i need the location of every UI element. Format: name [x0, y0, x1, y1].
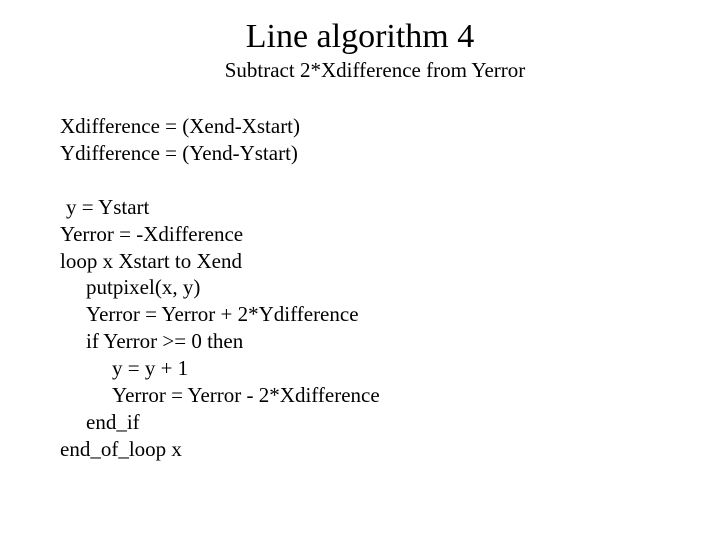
slide-body: Xdifference = (Xend-Xstart) Ydifference …	[0, 113, 720, 463]
code-line: Yerror = Yerror + 2*Ydifference	[60, 301, 720, 328]
slide-title: Line algorithm 4	[0, 18, 720, 56]
slide-subtitle: Subtract 2*Xdifference from Yerror	[0, 58, 720, 83]
code-line: Yerror = -Xdifference	[60, 221, 720, 248]
code-line: Ydifference = (Yend-Ystart)	[60, 140, 720, 167]
code-line: loop x Xstart to Xend	[60, 248, 720, 275]
code-line: end_of_loop x	[60, 436, 720, 463]
blank-line	[60, 167, 720, 194]
code-line: putpixel(x, y)	[60, 274, 720, 301]
code-line: if Yerror >= 0 then	[60, 328, 720, 355]
code-line: y = Ystart	[60, 194, 720, 221]
code-line: Yerror = Yerror - 2*Xdifference	[60, 382, 720, 409]
code-line: Xdifference = (Xend-Xstart)	[60, 113, 720, 140]
code-line: end_if	[60, 409, 720, 436]
code-line: y = y + 1	[60, 355, 720, 382]
